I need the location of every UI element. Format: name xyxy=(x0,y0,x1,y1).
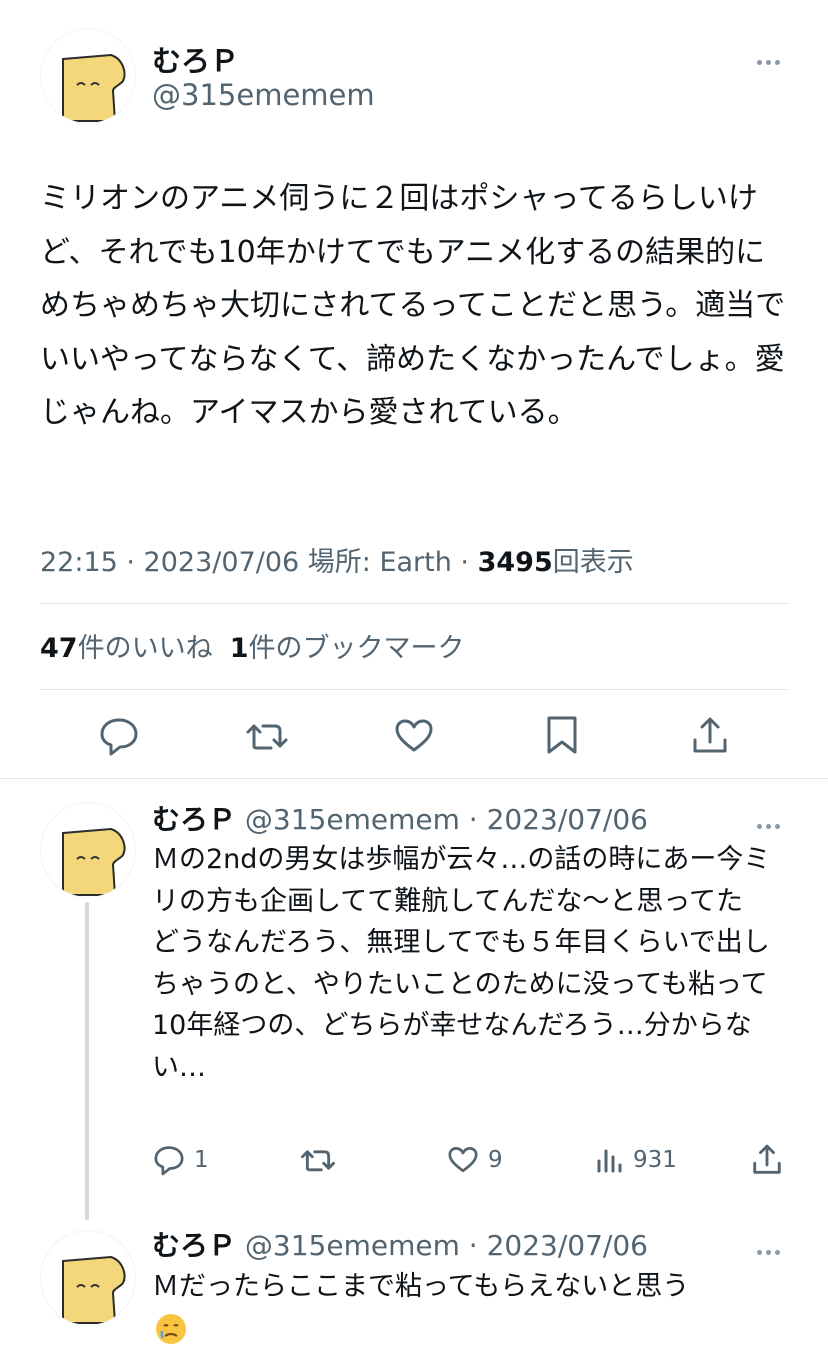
tweet-meta: 22:15 · 2023/07/06 場所: Earth · 3495回表示 xyxy=(40,540,634,579)
reply-header: むろＰ @315ememem · 2023/07/06 xyxy=(152,1224,648,1264)
bookmarks-label[interactable]: 件のブックマーク xyxy=(249,633,465,664)
more-icon[interactable] xyxy=(757,50,784,69)
reply-text: Ｍだったらここまで粘ってもらえないと思う xyxy=(152,1271,690,1302)
author-handle[interactable]: @315ememem xyxy=(152,78,375,112)
author-name[interactable]: むろＰ xyxy=(152,1229,236,1262)
reply-icon[interactable] xyxy=(99,714,139,758)
reply-header: むろＰ @315ememem · 2023/07/06 xyxy=(152,798,648,838)
reply-text: Ｍの2ndの男女は歩幅が云々…の話の時にあー今ミリの方も企画してて難航してんだな… xyxy=(152,844,771,1083)
retweet-icon[interactable] xyxy=(245,714,288,758)
analytics-icon xyxy=(597,1149,622,1173)
like-icon xyxy=(448,1147,478,1173)
divider xyxy=(40,603,788,604)
divider xyxy=(0,778,828,779)
more-icon[interactable] xyxy=(757,814,784,833)
tweet-text: ミリオンのアニメ伺うに２回はポシャってるらしいけど、それでも10年かけてでもアニ… xyxy=(40,181,786,430)
like-icon[interactable] xyxy=(393,714,433,758)
views-button[interactable]: 931 xyxy=(595,1142,677,1178)
author-handle[interactable]: @315ememem xyxy=(245,1229,460,1262)
retweet-icon xyxy=(301,1150,335,1172)
avatar-image xyxy=(62,827,126,896)
like-count: 9 xyxy=(488,1147,503,1173)
author-name[interactable]: むろＰ xyxy=(152,803,236,836)
view-label: 回表示 xyxy=(552,547,634,578)
bookmarks-count[interactable]: 1 xyxy=(230,633,249,664)
likes-label[interactable]: 件のいいね xyxy=(78,633,213,664)
emoji-icon xyxy=(154,1312,188,1346)
reply-icon xyxy=(154,1146,184,1176)
like-button[interactable]: 9 xyxy=(446,1142,503,1178)
reply-date[interactable]: · 2023/07/06 xyxy=(469,803,648,836)
view-count: 931 xyxy=(633,1147,677,1173)
avatar-image xyxy=(62,1255,126,1324)
likes-count[interactable]: 47 xyxy=(40,633,78,664)
engagement-stats: 47件のいいね 1件のブックマーク xyxy=(40,626,465,665)
reply-count: 1 xyxy=(194,1147,209,1173)
reply-button[interactable]: 1 xyxy=(152,1142,209,1178)
share-button[interactable] xyxy=(750,1142,792,1178)
reply-date[interactable]: · 2023/07/06 xyxy=(469,1229,648,1262)
author-name[interactable]: むろＰ xyxy=(152,38,239,80)
avatar[interactable] xyxy=(40,28,136,124)
view-count: 3495 xyxy=(477,547,553,578)
timestamp-location[interactable]: 22:15 · 2023/07/06 場所: Earth · xyxy=(40,547,478,578)
share-icon[interactable] xyxy=(690,714,730,758)
divider xyxy=(40,689,788,690)
bookmark-icon[interactable] xyxy=(544,714,584,758)
avatar[interactable] xyxy=(40,802,136,898)
share-icon xyxy=(753,1144,781,1174)
more-icon[interactable] xyxy=(757,1240,784,1259)
avatar-image xyxy=(62,53,126,122)
avatar[interactable] xyxy=(40,1230,136,1326)
thread-line xyxy=(85,902,89,1220)
retweet-button[interactable] xyxy=(300,1142,344,1178)
author-handle[interactable]: @315ememem xyxy=(245,803,460,836)
